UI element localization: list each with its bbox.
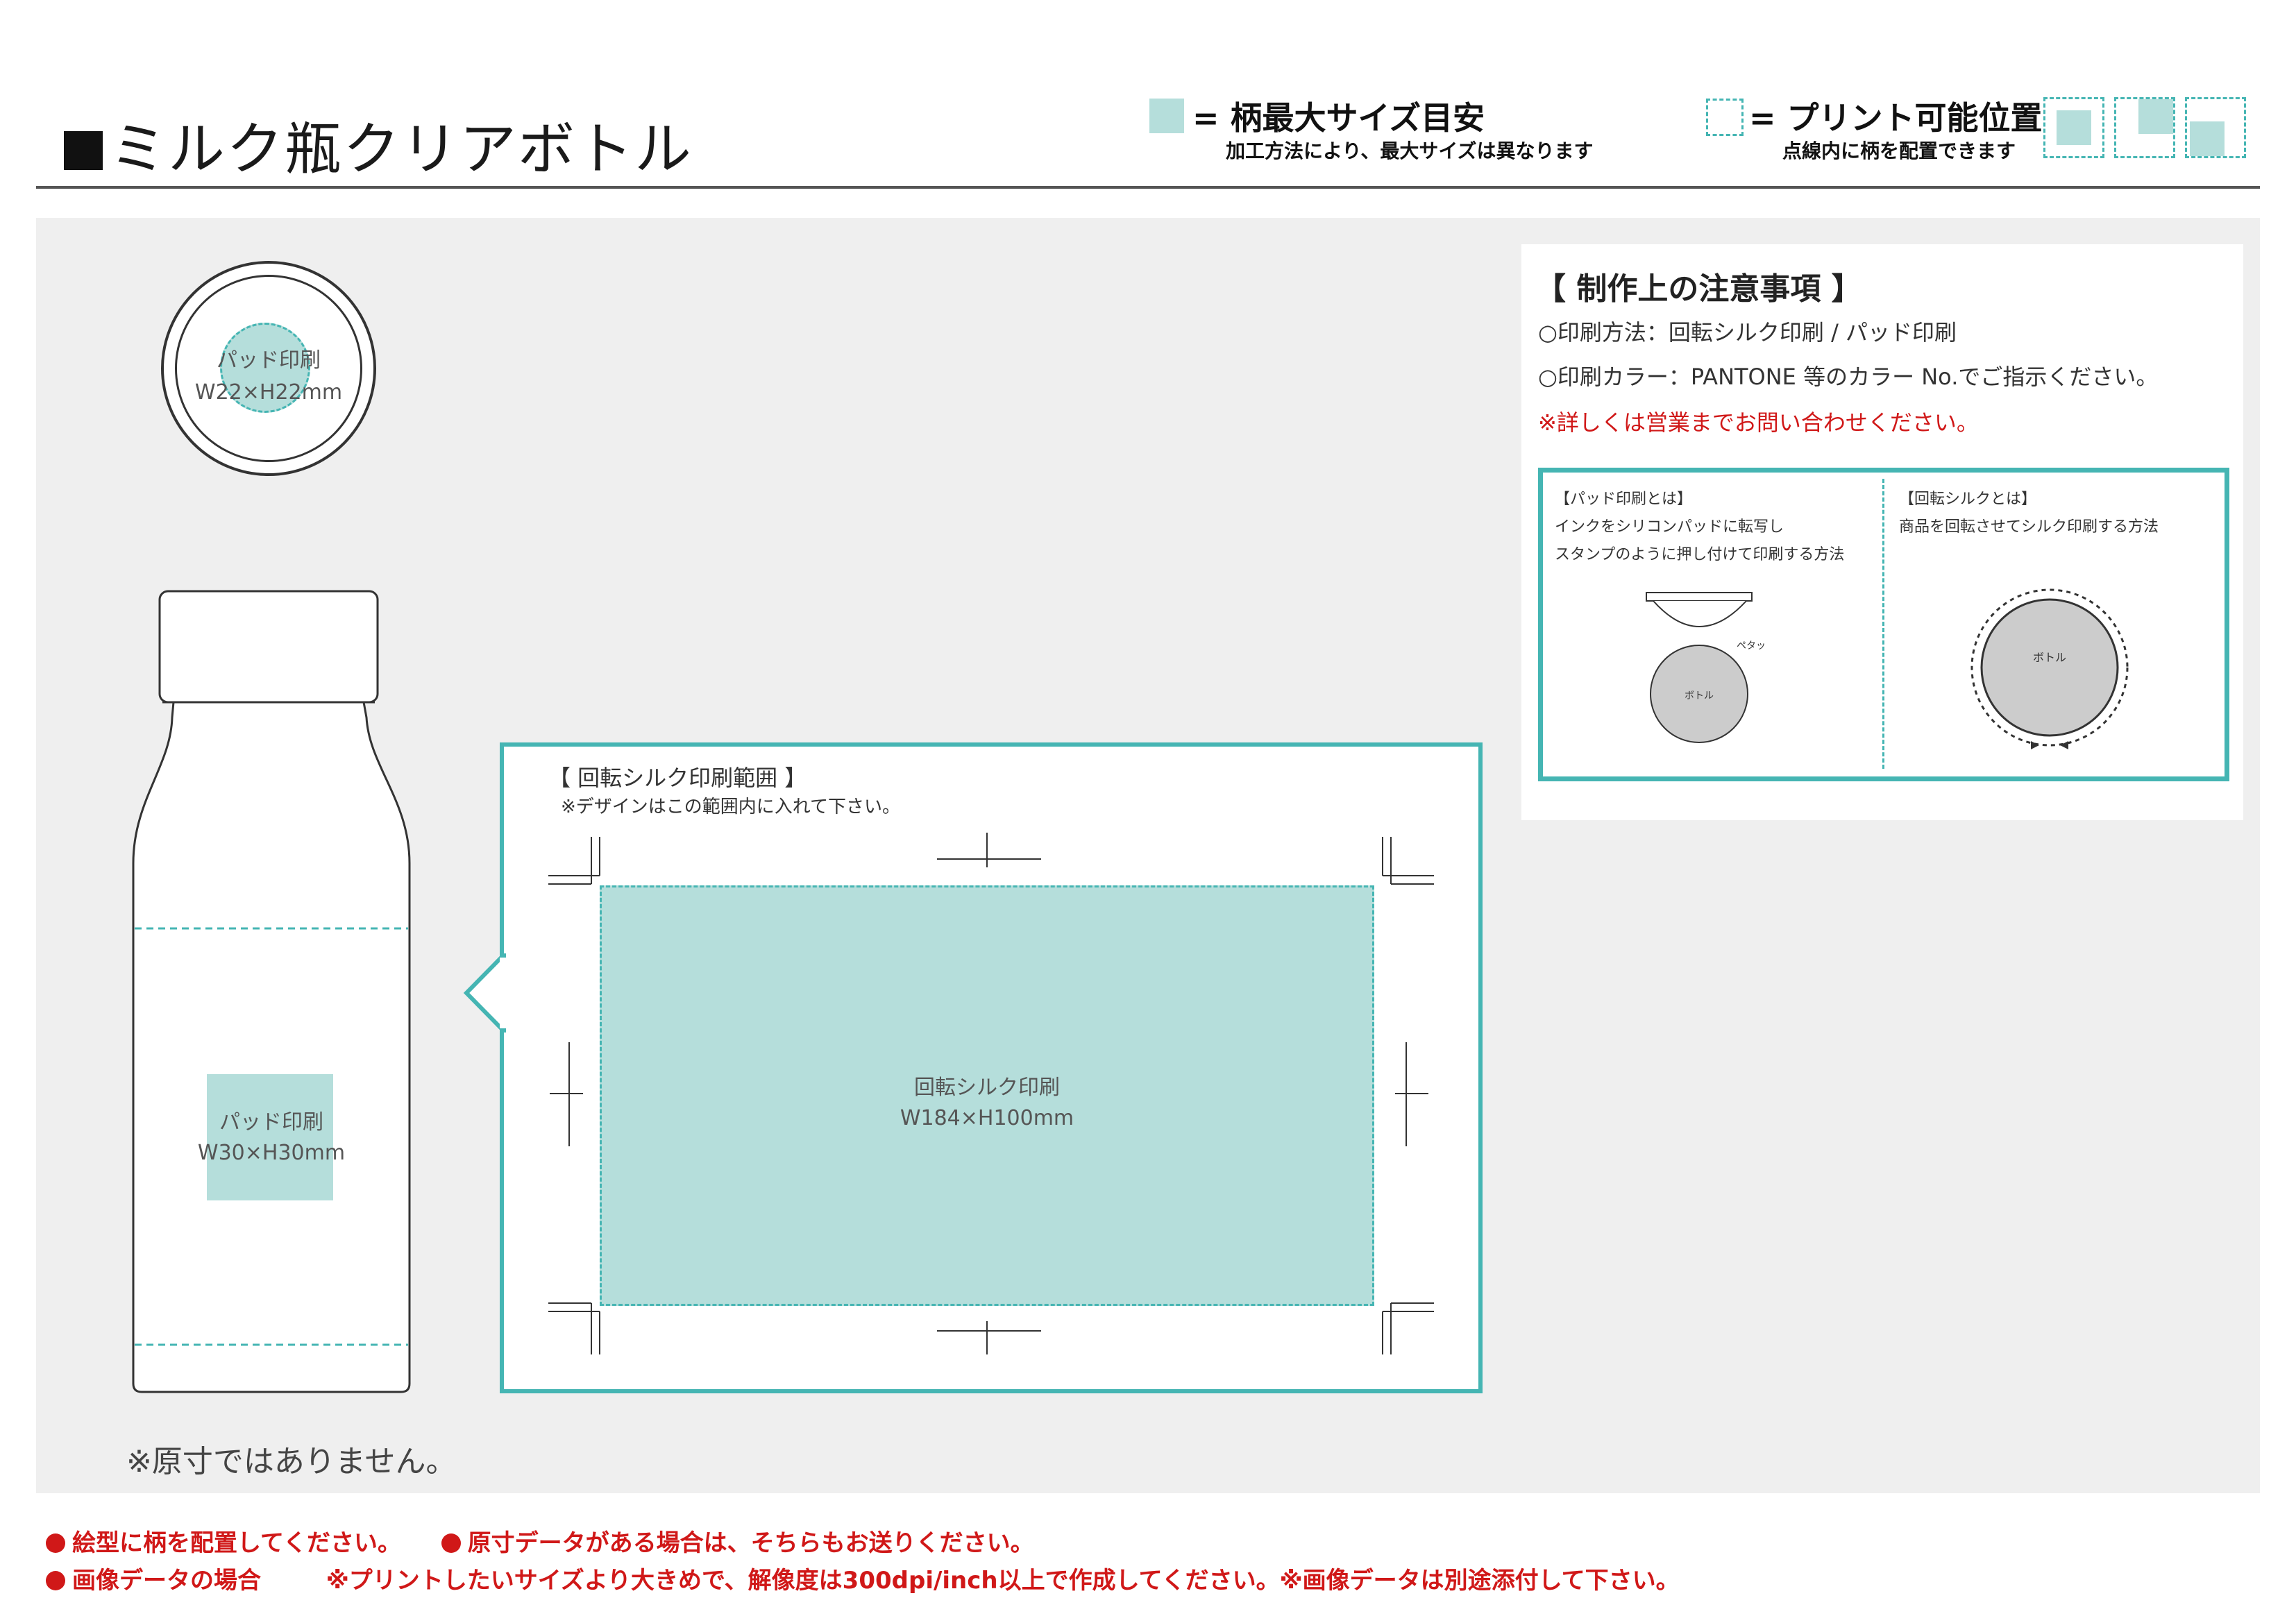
- footer-line-1: 絵型に柄を配置してください。 原寸データがある場合は、そちらもお送りください。: [46, 1524, 1034, 1558]
- rotary-silk-illustration: [1970, 588, 2129, 749]
- pad-explain-line2: スタンプのように押し付けて印刷する方法: [1555, 546, 1845, 563]
- max-size-legend-sub: 加工方法により、最大サイズは異なります: [1226, 139, 1594, 162]
- notes-title: 【 制作上の注意事項 】: [1535, 271, 1862, 307]
- legend-example-bottom: [2185, 97, 2246, 158]
- silk-print-label: 回転シルク印刷: [914, 1076, 1060, 1100]
- header-divider: [36, 186, 2260, 189]
- footer-line-2: 画像データの場合 ※プリントしたいサイズより大きめで、解像度は300dpi/in…: [46, 1561, 1680, 1595]
- red-dot-icon: [441, 1533, 461, 1553]
- print-position-legend-label: = プリント可能位置: [1749, 99, 2043, 137]
- legend-example-top: [2114, 97, 2175, 158]
- pad-explain-title: 【パッド印刷とは】: [1555, 491, 1693, 508]
- body-print-size: W30×H30mm: [197, 1141, 346, 1165]
- red-dot-icon: [46, 1533, 65, 1553]
- red-dot-icon: [46, 1571, 65, 1590]
- notes-contact: ※詳しくは営業までお問い合わせください。: [1538, 409, 1979, 436]
- pad-bottle-label: ボトル: [1685, 690, 1714, 702]
- cap-print-label: パッド印刷: [217, 348, 321, 373]
- max-size-legend-label: = 柄最大サイズ目安: [1192, 99, 1485, 137]
- print-position-legend-swatch: [1706, 99, 1744, 136]
- notes-print-method: ○印刷方法：回転シルク印刷 / パッド印刷: [1538, 319, 1957, 346]
- pad-explain-line1: インクをシリコンパッドに転写し: [1555, 518, 1784, 536]
- cap-print-size: W22×H22mm: [194, 380, 343, 405]
- body-print-label: パッド印刷: [219, 1110, 323, 1135]
- silk-bottle-label: ボトル: [2032, 651, 2066, 664]
- pad-print-illustration: [1646, 592, 1753, 743]
- bottle-outline: [132, 590, 411, 1393]
- square-bullet-icon: [64, 131, 103, 170]
- print-position-legend-sub: 点線内に柄を配置できます: [1782, 139, 2016, 162]
- notes-print-color: ○印刷カラー：PANTONE 等のカラー No.でご指示ください。: [1538, 364, 2159, 390]
- silk-print-size: W184×H100mm: [900, 1106, 1074, 1130]
- not-actual-size-note: ※原寸ではありません。: [126, 1444, 457, 1479]
- max-size-legend-swatch: [1149, 99, 1184, 133]
- legend-example-center: [2043, 97, 2104, 158]
- silk-explain-title: 【回転シルクとは】: [1899, 491, 2037, 508]
- silk-explain-line1: 商品を回転させてシルク印刷する方法: [1899, 518, 2159, 536]
- page-title: ミルク瓶クリアボトル: [64, 103, 693, 185]
- explanation-divider: [1882, 479, 1884, 769]
- pad-sfx: ペタッ: [1737, 640, 1766, 652]
